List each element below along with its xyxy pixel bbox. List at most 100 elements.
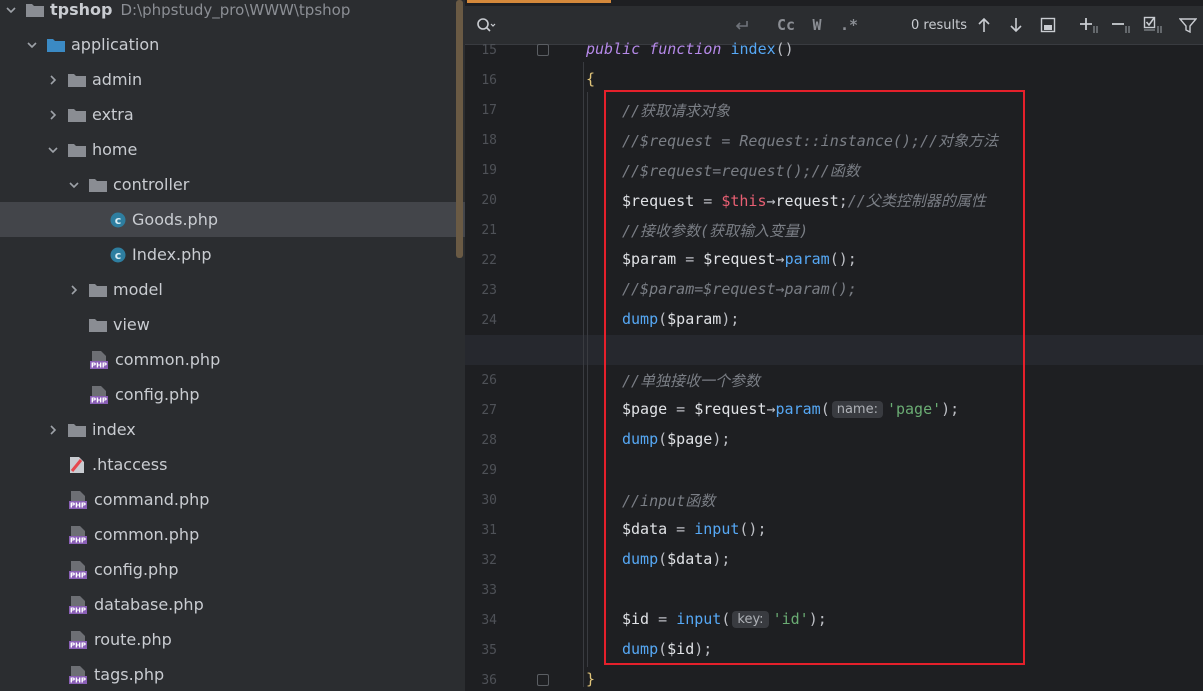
code-editor[interactable]: Cc W .* 0 results 1516171819202122232425… [465, 0, 1203, 691]
comment: //接收参数(获取输入变量) [622, 222, 809, 240]
svg-text:PHP: PHP [70, 641, 86, 649]
code-line-17[interactable]: //获取请求对象 [465, 95, 1203, 125]
close-paren: ); [712, 550, 731, 568]
close-paren: ); [694, 640, 713, 658]
tree-item[interactable]: home [0, 132, 465, 167]
code-line-30[interactable]: //input函数 [465, 485, 1203, 515]
code-line-26[interactable]: //单独接收一个参数 [465, 365, 1203, 395]
folder-icon [26, 3, 44, 17]
chevron-right-icon[interactable] [46, 73, 60, 87]
code-line-34[interactable]: $id = input(key:'id'); [465, 605, 1203, 635]
svg-text:PHP: PHP [70, 606, 86, 614]
tree-item[interactable]: index [0, 412, 465, 447]
comment: //父类控制器的属性 [847, 192, 986, 210]
arrow-operator: → [775, 250, 785, 268]
comment: //input函数 [622, 492, 716, 510]
comment: //$request=request();//函数 [622, 162, 860, 180]
fold-marker-icon[interactable] [537, 674, 549, 686]
object-variable: $request [694, 400, 767, 418]
code-line-24[interactable]: dump($param); [465, 305, 1203, 335]
svg-text:PHP: PHP [70, 536, 86, 544]
code-line-32[interactable]: dump($data); [465, 545, 1203, 575]
tree-item[interactable]: c Goods.php [0, 202, 465, 237]
variable: $param [622, 250, 677, 268]
code-line-25-current[interactable] [465, 335, 1203, 365]
close-paren: ); [808, 610, 827, 628]
code-line-18[interactable]: //$request = Request::instance();//对象方法 [465, 125, 1203, 155]
call-parens: (); [739, 520, 767, 538]
code-line-21[interactable]: //接收参数(获取输入变量) [465, 215, 1203, 245]
php-file-icon: PHP [89, 350, 109, 370]
method-call: param [775, 400, 821, 418]
argument: $page [667, 430, 713, 448]
comment: //获取请求对象 [622, 102, 731, 120]
comment: //$request = Request::instance();//对象方法 [622, 132, 999, 150]
tree-item[interactable]: PHP config.php [0, 377, 465, 412]
tree-item[interactable]: controller [0, 167, 465, 202]
function-call: dump [622, 310, 659, 328]
tree-item[interactable]: PHP database.php [0, 587, 465, 622]
code-line-31[interactable]: $data = input(); [465, 515, 1203, 545]
indent-guide [587, 92, 588, 667]
code-line-22[interactable]: $param = $request→param(); [465, 245, 1203, 275]
tree-item[interactable]: PHP command.php [0, 482, 465, 517]
tree-item[interactable]: admin [0, 62, 465, 97]
project-tree: tpshop D:\phpstudy_pro\WWW\tpshop applic… [0, 0, 465, 691]
tree-item-label: Index.php [132, 245, 212, 264]
tree-item[interactable]: PHP common.php [0, 517, 465, 552]
open-paren: ( [721, 610, 731, 628]
php-class-icon: c [110, 212, 126, 228]
code-line-15[interactable]: public function index() [465, 35, 1203, 65]
tree-item[interactable]: PHP route.php [0, 622, 465, 657]
code-line-28[interactable]: dump($page); [465, 425, 1203, 455]
tree-item[interactable]: .htaccess [0, 447, 465, 482]
variable: $id [622, 610, 650, 628]
chevron-right-icon[interactable] [46, 108, 60, 122]
this-keyword: $this [721, 192, 767, 210]
chevron-right-icon[interactable] [46, 423, 60, 437]
chevron-down-icon[interactable] [4, 3, 18, 17]
folder-icon [68, 143, 86, 157]
tree-item[interactable]: PHP tags.php [0, 657, 465, 691]
tree-item[interactable]: extra [0, 97, 465, 132]
active-tab-indicator [467, 0, 611, 3]
svg-text:PHP: PHP [70, 676, 86, 684]
tree-item[interactable]: PHP common.php [0, 342, 465, 377]
tree-item[interactable]: PHP config.php [0, 552, 465, 587]
tree-scrollbar[interactable] [456, 0, 463, 258]
code-line-36[interactable]: } [465, 665, 1203, 691]
tree-item[interactable]: application [0, 27, 465, 62]
chevron-down-icon[interactable] [46, 143, 60, 157]
string-literal: 'id' [772, 610, 809, 628]
chevron-down-icon[interactable] [25, 38, 39, 52]
chevron-down-icon[interactable] [67, 178, 81, 192]
operator: = [676, 250, 704, 268]
code-line-27[interactable]: $page = $request→param(name:'page'); [465, 395, 1203, 425]
string-literal: 'page' [886, 400, 942, 418]
call-parens: (); [829, 250, 857, 268]
function-call: input [694, 520, 740, 538]
tree-item-label: view [113, 315, 150, 334]
svg-text:c: c [115, 249, 122, 262]
code-line-20[interactable]: $request = $this→request;//父类控制器的属性 [465, 185, 1203, 215]
tree-item[interactable]: view [0, 307, 465, 342]
tree-item[interactable]: model [0, 272, 465, 307]
code-line-33[interactable] [465, 575, 1203, 605]
code-line-16[interactable]: { [465, 65, 1203, 95]
code-line-35[interactable]: dump($id); [465, 635, 1203, 665]
code-line-23[interactable]: //$param=$request→param(); [465, 275, 1203, 305]
tree-item-label: index [92, 420, 136, 439]
argument: $data [667, 550, 713, 568]
code-line-29[interactable] [465, 455, 1203, 485]
tree-item-label: model [113, 280, 163, 299]
fold-marker-icon[interactable] [537, 44, 549, 56]
chevron-right-icon[interactable] [67, 283, 81, 297]
close-paren: ); [941, 400, 960, 418]
tree-item-label: config.php [94, 560, 179, 579]
tree-root-tpshop[interactable]: tpshop D:\phpstudy_pro\WWW\tpshop [0, 0, 465, 27]
function-parens: () [775, 40, 794, 58]
open-paren: ( [820, 400, 830, 418]
tree-item[interactable]: c Index.php [0, 237, 465, 272]
code-line-19[interactable]: //$request=request();//函数 [465, 155, 1203, 185]
tree-item-label: common.php [115, 350, 221, 369]
